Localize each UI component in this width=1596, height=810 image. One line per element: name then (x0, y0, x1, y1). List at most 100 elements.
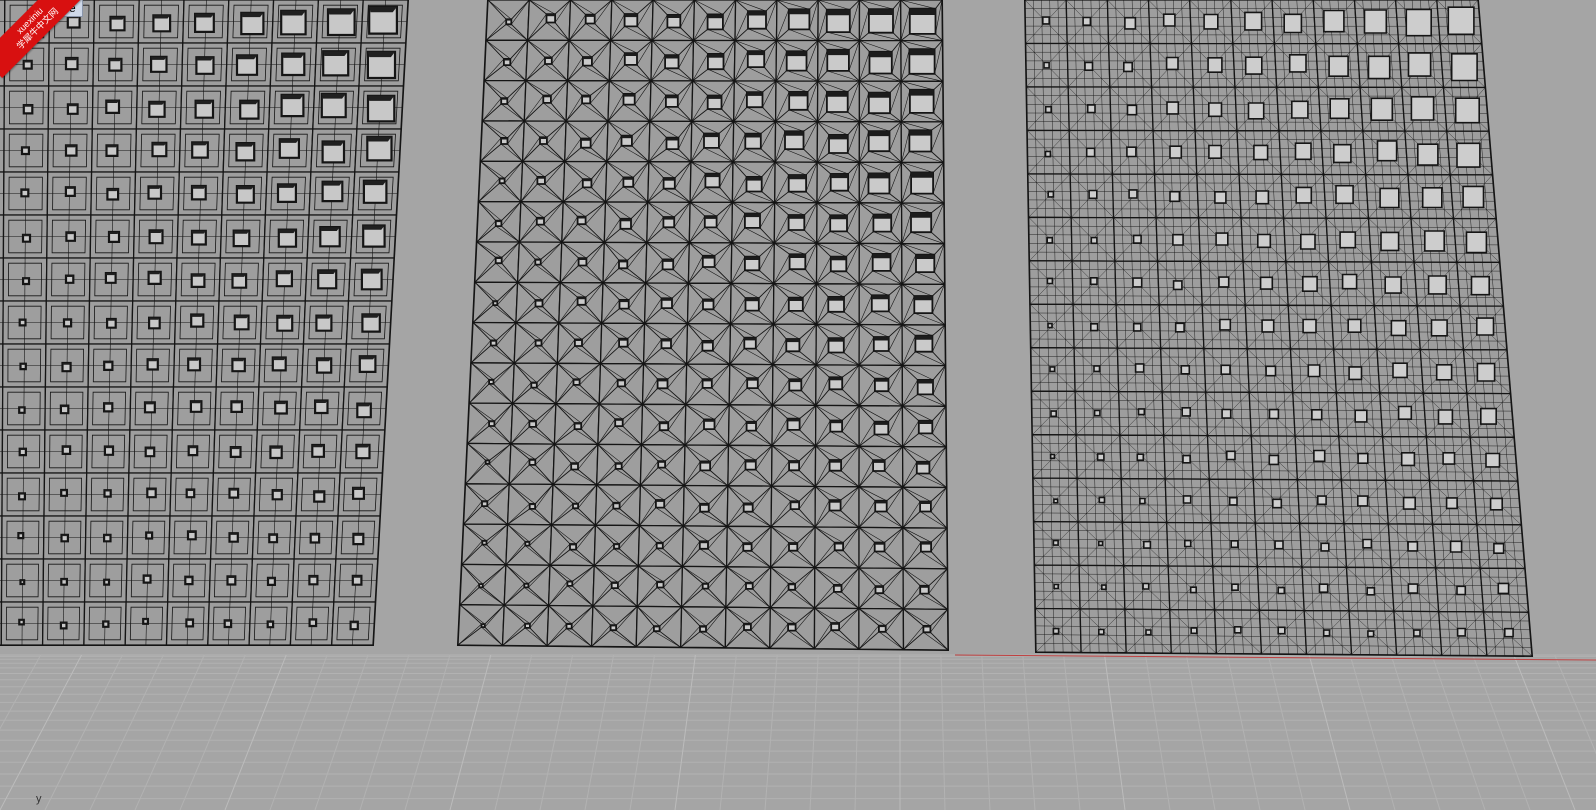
cell-opening-shadow (655, 500, 665, 502)
mesh-cell (218, 257, 265, 302)
cell-opening (1049, 453, 1056, 460)
cell-opening-shadow (744, 337, 756, 341)
cell-opening-shadow (315, 400, 328, 403)
mesh-cell (477, 160, 524, 203)
cell-opening-shadow (66, 145, 77, 148)
cell-opening (1255, 190, 1270, 205)
mesh-cell (770, 525, 816, 569)
cell-opening (1421, 187, 1443, 209)
cell-opening-shadow (828, 338, 844, 342)
cell-opening (1295, 186, 1313, 204)
cell-opening (1218, 276, 1230, 288)
mesh-cell (689, 161, 734, 204)
cell-opening-shadow (666, 137, 679, 141)
mesh-cell (1315, 42, 1361, 88)
cell-opening-shadow (104, 446, 113, 449)
mesh-cell (568, 0, 613, 42)
rhino-perspective-viewport[interactable]: ve xuexiniu 学犀牛中文网 y (0, 0, 1596, 810)
cell-opening-shadow (707, 14, 723, 19)
cell-opening-shadow (915, 335, 933, 340)
cell-opening (1435, 363, 1453, 381)
mesh-cell (1028, 216, 1073, 262)
cell-opening-shadow (23, 60, 32, 63)
cell-opening-shadow (236, 186, 254, 190)
cell-opening-shadow (657, 379, 668, 382)
cell-opening-shadow (923, 625, 931, 628)
cell-opening-shadow (110, 16, 125, 20)
cell-opening-shadow (703, 299, 714, 302)
mesh-cell (724, 606, 771, 649)
cell-opening-shadow (352, 575, 362, 578)
mesh-cell (470, 321, 517, 364)
boxes-panel[interactable] (0, 0, 410, 646)
cell-opening-shadow (829, 377, 843, 381)
mesh-cell (251, 515, 297, 560)
cell-opening-shadow (145, 402, 155, 405)
mesh-cell (1118, 390, 1165, 437)
cell-opening-shadow (66, 275, 74, 277)
mesh-cell (356, 85, 404, 130)
grid-line (674, 654, 696, 810)
mesh-cell (1428, 479, 1478, 526)
mesh-cell (170, 429, 216, 474)
cell-opening (1354, 409, 1368, 423)
mesh-cell (858, 80, 902, 123)
cell-opening-shadow (869, 51, 892, 58)
mesh-cell (727, 444, 773, 487)
cell-opening-shadow (20, 363, 26, 365)
cell-opening (1172, 233, 1184, 246)
grid-line (629, 654, 655, 810)
mesh-cell (1196, 173, 1242, 219)
cell-opening (1300, 233, 1316, 250)
dense-mesh-panel[interactable] (1023, 0, 1534, 658)
mesh-cell (1449, 174, 1497, 220)
mesh-cell (814, 445, 860, 488)
grid-line (1308, 654, 1351, 810)
cell-opening-shadow (834, 542, 844, 545)
mesh-cell (264, 171, 312, 216)
cell-opening-shadow (914, 296, 933, 301)
cell-opening (1220, 364, 1231, 376)
grid-line (404, 654, 451, 810)
mesh-cell (459, 563, 507, 606)
cell-opening-shadow (66, 58, 78, 61)
cell-opening (1257, 233, 1272, 249)
mesh-cell (646, 201, 691, 244)
mesh-cell (176, 214, 223, 259)
grid-line (1349, 654, 1396, 810)
grid-line (1063, 654, 1081, 810)
mesh-cell (468, 362, 515, 405)
cell-opening-shadow (529, 503, 536, 506)
mesh-cell (1190, 42, 1236, 88)
mesh-cell (685, 363, 731, 406)
cell-opening (1291, 100, 1309, 119)
mesh-cell (1116, 347, 1163, 393)
cell-opening-shadow (320, 227, 340, 231)
cell-opening (1247, 102, 1265, 120)
cell-opening-shadow (577, 216, 586, 219)
cell-opening-shadow (788, 583, 796, 586)
cell-opening-shadow (353, 533, 364, 536)
cell-opening-shadow (536, 217, 544, 220)
mesh-cell (503, 564, 551, 607)
cell-opening-shadow (786, 339, 800, 343)
cell-opening (1047, 322, 1053, 329)
mesh-cell (900, 121, 945, 164)
pyramids-panel[interactable] (456, 0, 950, 652)
mesh-cell (337, 472, 383, 517)
cell-opening-shadow (535, 259, 541, 261)
cell-opening-shadow (23, 105, 33, 107)
mesh-cell (171, 386, 217, 431)
cell-opening (1447, 6, 1475, 36)
cell-opening-shadow (700, 626, 706, 628)
cell-opening-shadow (704, 419, 715, 422)
cell-opening-shadow (619, 338, 628, 341)
mesh-cell (45, 300, 91, 345)
mesh-cell (263, 214, 310, 259)
mesh-cell (511, 362, 559, 405)
mesh-cell (599, 322, 646, 365)
cell-opening-shadow (623, 177, 634, 180)
cell-opening-shadow (909, 8, 936, 15)
mesh-cell (609, 0, 654, 42)
mesh-cell (546, 604, 594, 648)
